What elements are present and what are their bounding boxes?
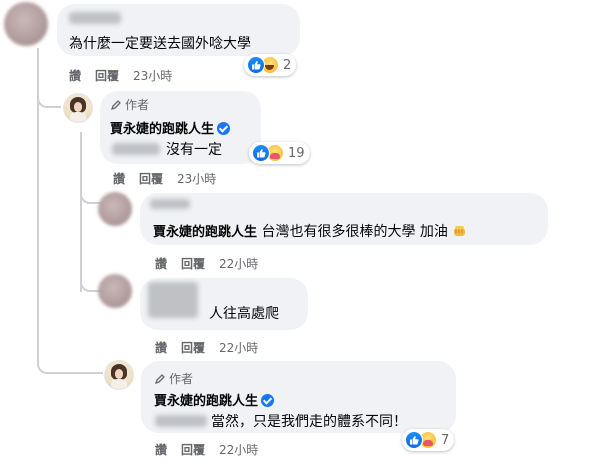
author-badge: 作者 xyxy=(110,96,149,113)
comment-actions: 讚 回覆 23小時 xyxy=(113,170,216,187)
redacted-tagged-name xyxy=(112,143,160,155)
redacted-commenter-name xyxy=(148,282,198,318)
author-name-text: 賈永婕的跑跳人生 xyxy=(110,122,215,137)
avatar[interactable] xyxy=(98,274,132,308)
timestamp[interactable]: 22小時 xyxy=(219,441,258,458)
pencil-icon xyxy=(110,99,121,110)
thread-connector xyxy=(37,350,103,374)
pencil-icon xyxy=(154,373,165,384)
thread-line xyxy=(80,132,82,292)
reaction-count: 7 xyxy=(441,432,450,448)
like-button[interactable]: 讚 xyxy=(155,339,167,356)
reaction-summary[interactable]: 19 xyxy=(249,142,310,164)
reply-button[interactable]: 回覆 xyxy=(95,67,119,84)
redacted-commenter-name xyxy=(69,12,121,24)
author-badge: 作者 xyxy=(154,370,193,387)
author-tag-label: 作者 xyxy=(125,98,150,112)
like-icon xyxy=(252,144,270,162)
thread-connector xyxy=(37,88,61,108)
verified-badge-icon xyxy=(261,394,275,407)
redacted-commenter-name xyxy=(150,199,190,209)
comment-text: 為什麼一定要送去國外唸大學 xyxy=(69,36,251,52)
comment-text: 賈永婕的跑跳人生 台灣也有很多很棒的大學 加油 xyxy=(153,221,468,241)
comment-actions: 讚 回覆 22小時 xyxy=(155,339,258,356)
author-name[interactable]: 賈永婕的跑跳人生 xyxy=(110,118,231,137)
timestamp[interactable]: 22小時 xyxy=(219,339,258,356)
reaction-count: 2 xyxy=(283,57,292,73)
comment-bubble: 作者 賈永婕的跑跳人生 當然，只是我們走的體系不同！ xyxy=(141,361,456,433)
reaction-summary[interactable]: 2 xyxy=(244,54,297,76)
like-button[interactable]: 讚 xyxy=(69,67,81,84)
reply-button[interactable]: 回覆 xyxy=(181,255,205,272)
timestamp[interactable]: 22小時 xyxy=(219,255,258,272)
verified-badge-icon xyxy=(217,122,231,135)
avatar[interactable] xyxy=(98,192,132,226)
comment-text: 人往高處爬 xyxy=(209,306,279,322)
comment-bubble: 賈永婕的跑跳人生 台灣也有很多很棒的大學 加油 xyxy=(140,193,548,245)
reaction-summary[interactable]: 7 xyxy=(402,429,455,451)
reaction-count: 19 xyxy=(288,145,305,161)
tagged-author-name[interactable]: 賈永婕的跑跳人生 xyxy=(153,225,257,240)
comment-text: 當然，只是我們走的體系不同！ xyxy=(211,414,407,430)
comment-thread: 為什麼一定要送去國外唸大學 2 讚 回覆 23小時 作者 賈永婕的跑跳人生 沒有… xyxy=(0,0,597,465)
like-icon xyxy=(405,431,423,449)
fist-emoji-icon xyxy=(454,226,466,236)
comment-bubble: 人往高處爬 xyxy=(140,278,308,330)
author-name[interactable]: 賈永婕的跑跳人生 xyxy=(154,390,275,409)
like-icon xyxy=(247,56,265,74)
comment-actions: 讚 回覆 22小時 xyxy=(155,255,258,272)
like-button[interactable]: 讚 xyxy=(155,441,167,458)
author-name-text: 賈永婕的跑跳人生 xyxy=(154,394,259,409)
comment-body: 台灣也有很多很棒的大學 加油 xyxy=(261,224,448,240)
timestamp[interactable]: 23小時 xyxy=(133,67,172,84)
avatar[interactable] xyxy=(4,2,48,46)
redacted-tagged-name xyxy=(155,415,207,427)
comment-text: 沒有一定 xyxy=(166,142,222,158)
timestamp[interactable]: 23小時 xyxy=(177,170,216,187)
comment-actions: 讚 回覆 23小時 xyxy=(69,67,172,84)
comment-bubble: 作者 賈永婕的跑跳人生 沒有一定 xyxy=(100,91,261,164)
comment-bubble: 為什麼一定要送去國外唸大學 xyxy=(57,4,300,56)
comment-actions: 讚 回覆 22小時 xyxy=(155,441,258,458)
like-button[interactable]: 讚 xyxy=(113,170,125,187)
author-tag-label: 作者 xyxy=(169,372,194,386)
author-avatar[interactable] xyxy=(104,360,134,390)
reply-button[interactable]: 回覆 xyxy=(181,339,205,356)
reply-button[interactable]: 回覆 xyxy=(139,170,163,187)
reply-button[interactable]: 回覆 xyxy=(181,441,205,458)
like-button[interactable]: 讚 xyxy=(155,255,167,272)
author-avatar[interactable] xyxy=(63,93,93,123)
